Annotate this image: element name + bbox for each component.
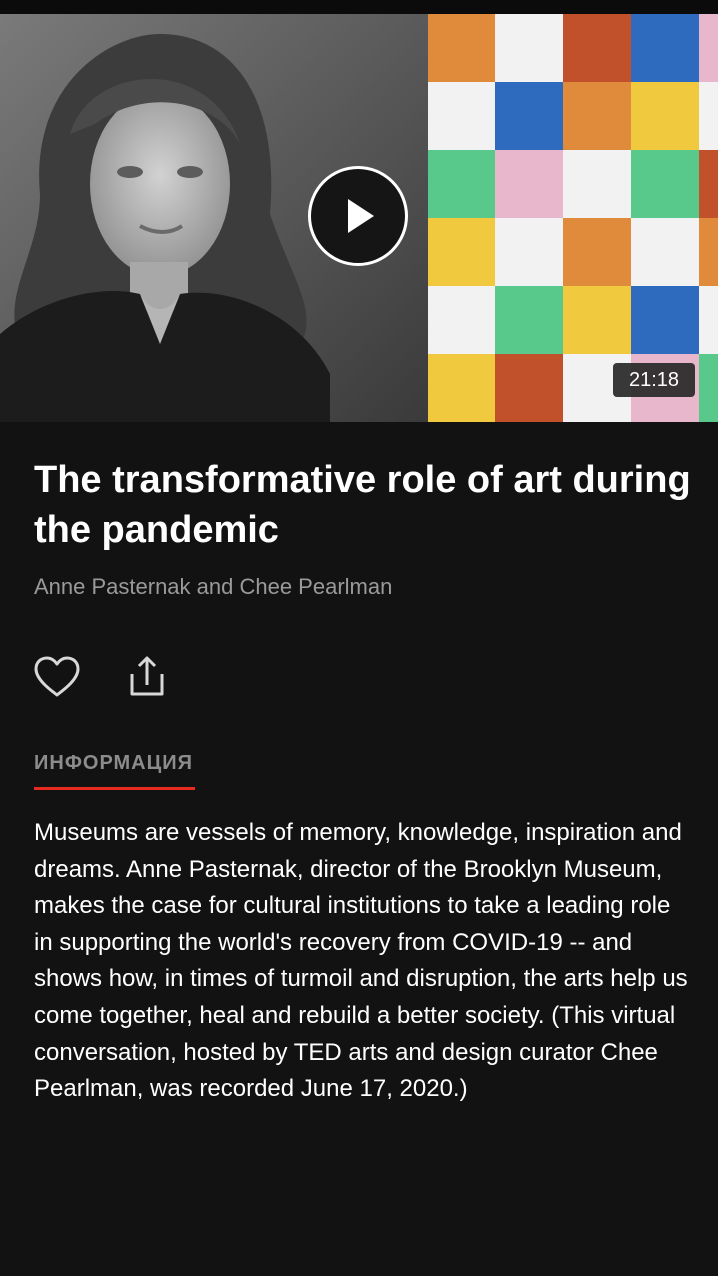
talk-title: The transformative role of art during th… [34,459,691,551]
duration-badge: 21:18 [613,363,695,397]
share-icon [130,656,164,696]
tab-info[interactable]: ИНФОРМАЦИЯ [34,752,195,790]
artwork-mosaic [428,14,718,422]
status-bar [0,0,718,14]
talk-detail-screen: 21:18 The transformative role of art dur… [0,0,718,1276]
talk-description: Museums are vessels of memory, knowledge… [34,819,688,1103]
share-button[interactable] [124,654,170,700]
heart-icon [34,656,80,697]
video-player[interactable]: 21:18 [0,14,718,422]
like-button[interactable] [32,654,82,700]
play-icon [348,199,374,233]
play-button[interactable] [308,166,408,266]
talk-speakers: Anne Pasternak and Chee Pearlman [34,574,393,599]
